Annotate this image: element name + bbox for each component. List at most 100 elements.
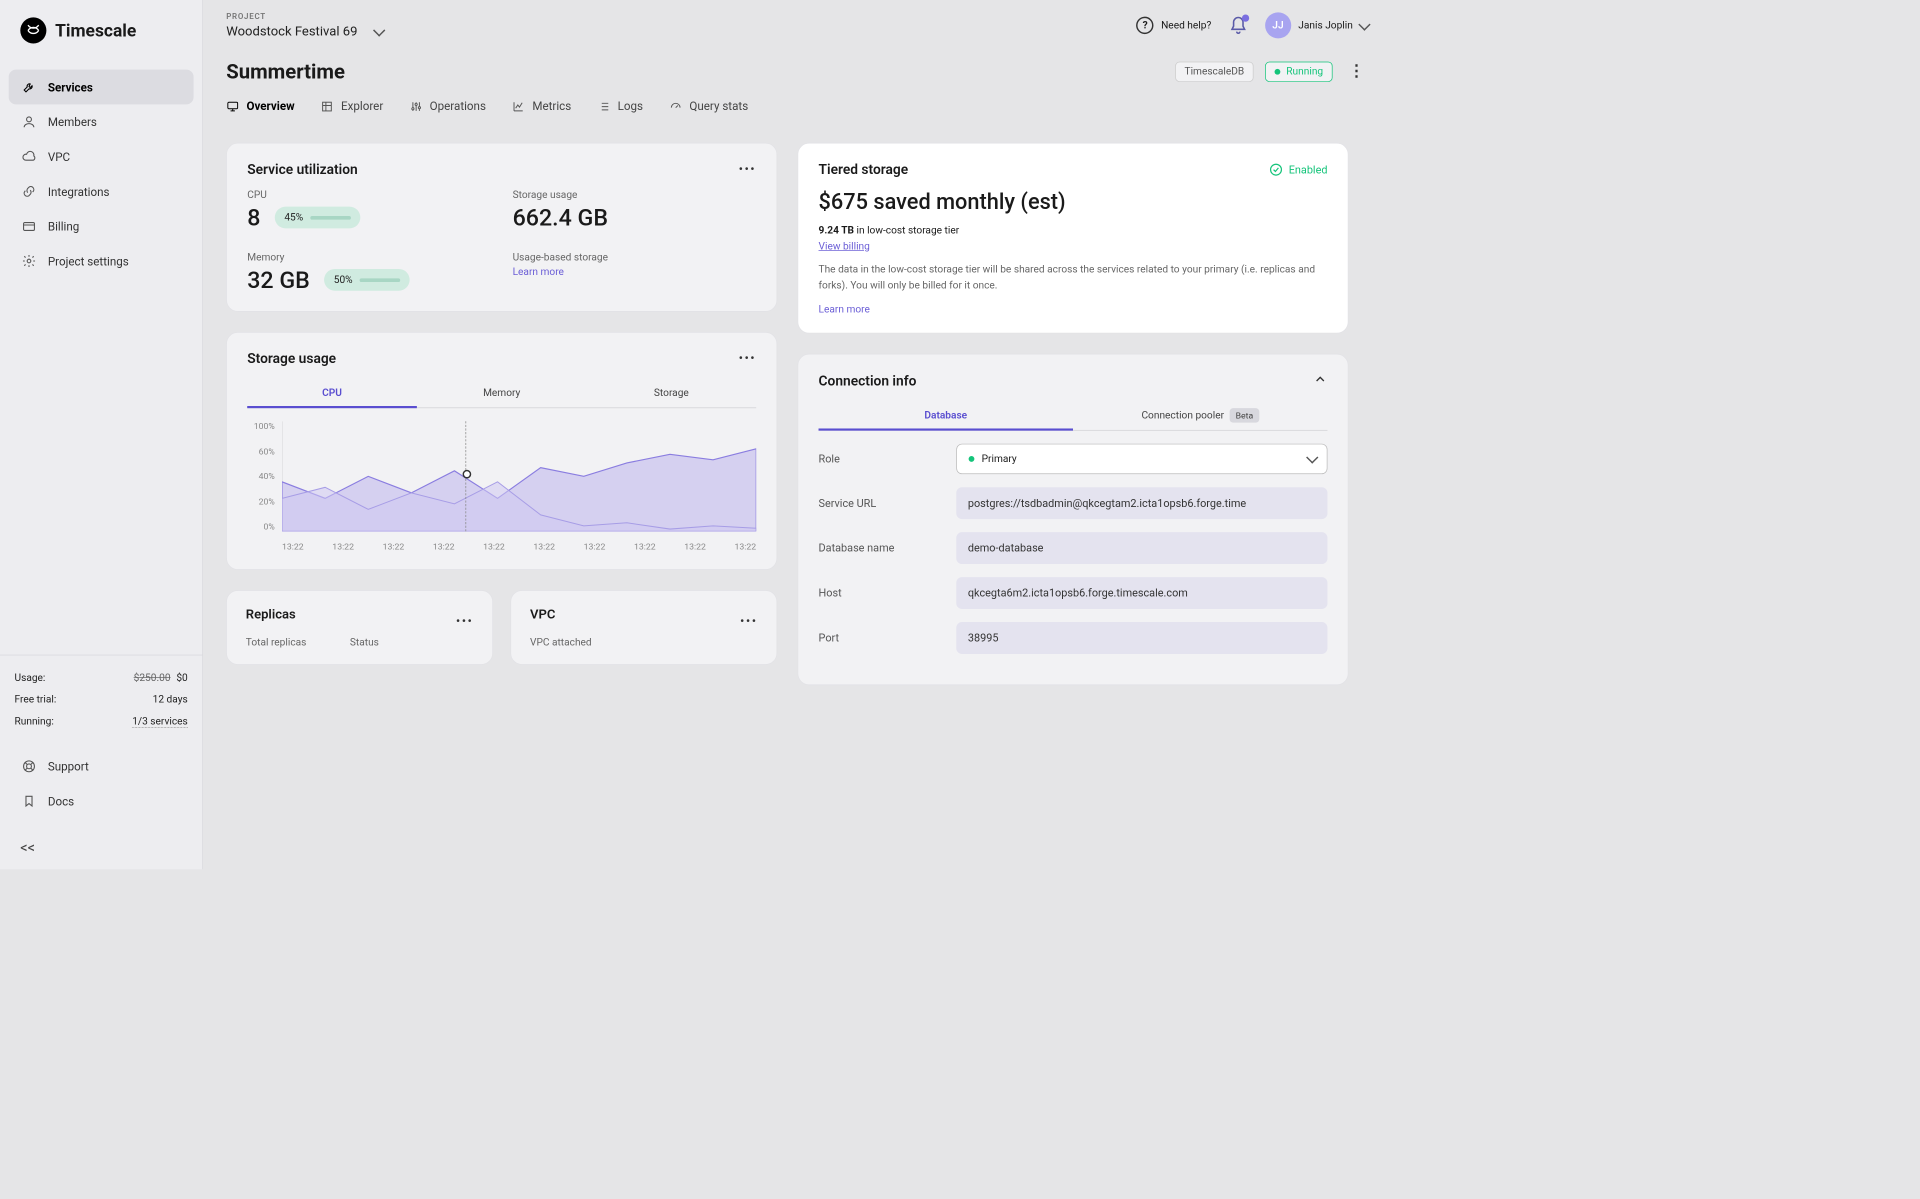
primary-nav: Services Members VPC Integrations Billin… [0,64,202,655]
x-tick: 13:22 [383,542,405,552]
tier-size-line: 9.24 TB in low-cost storage tier [819,225,1328,237]
chart-tabs: CPU Memory Storage [247,378,756,408]
ubs-learn-more-link[interactable]: Learn more [513,266,757,278]
memory-label: Memory [247,252,491,264]
trial-value: 12 days [153,694,188,706]
x-tick: 13:22 [332,542,354,552]
card-menu[interactable]: ••• [739,162,757,177]
notifications-button[interactable] [1229,16,1248,35]
help-icon: ? [1136,17,1153,34]
project-selector[interactable]: PROJECT Woodstock Festival 69 [226,12,1119,40]
replicas-card: Replicas ••• Total replicas Status [226,590,493,665]
tab-logs[interactable]: Logs [597,94,643,125]
chart-marker [465,421,466,531]
collapse-card-button[interactable] [1313,372,1328,389]
sidebar-item-members[interactable]: Members [9,104,194,139]
tab-operations[interactable]: Operations [409,94,486,125]
wrench-icon [22,80,37,95]
sidebar-item-support[interactable]: Support [9,749,194,784]
role-label: Role [819,453,942,466]
tier-size-suffix: in low-cost storage tier [854,225,959,237]
table-icon [321,100,334,113]
x-tick: 13:22 [483,542,505,552]
storage-value: 662.4 GB [513,204,757,232]
chart-tab-storage[interactable]: Storage [587,378,757,407]
storage-usage-card: Storage usage ••• CPU Memory Storage 100… [226,332,777,570]
sidebar-item-integrations[interactable]: Integrations [9,174,194,209]
list-icon [597,100,610,113]
tab-label: Explorer [341,99,383,113]
y-tick: 60% [247,446,275,456]
card-icon [22,219,37,234]
tab-explorer[interactable]: Explorer [321,94,384,125]
tab-query-stats[interactable]: Query stats [669,94,748,125]
trial-label: Free trial: [15,694,57,706]
x-tick: 13:22 [282,542,304,552]
view-billing-link[interactable]: View billing [819,241,1328,253]
x-tick: 13:22 [684,542,706,552]
service-url-value[interactable]: postgres://tsdbadmin@qkcegtam2.icta1opsb… [956,487,1327,519]
host-value[interactable]: qkcegta6m2.icta1opsb6.forge.timescale.co… [956,577,1327,609]
y-tick: 20% [247,496,275,506]
sidebar-item-billing[interactable]: Billing [9,209,194,244]
host-label: Host [819,587,942,600]
brand-name: Timescale [55,20,136,40]
page-actions-menu[interactable]: ⋮ [1344,62,1369,80]
port-value[interactable]: 38995 [956,622,1327,654]
content: Summertime TimescaleDB Running ⋮ Overvie… [203,51,1392,870]
sidebar: Timescale Services Members VPC Integrati… [0,0,203,869]
role-select[interactable]: Primary [956,444,1327,474]
vpc-col-attached: VPC attached [530,637,592,649]
page-tabs: Overview Explorer Operations Metrics Log… [226,94,1369,126]
x-tick: 13:22 [533,542,555,552]
tab-label: Connection pooler [1141,410,1224,422]
running-value[interactable]: 1/3 services [132,716,188,728]
savings-text: $675 saved monthly (est) [819,189,1328,214]
card-title: Service utilization [247,161,738,178]
user-menu[interactable]: JJ Janis Joplin [1265,12,1369,38]
page-title: Summertime [226,59,1163,83]
collapse-sidebar-button[interactable]: << [0,826,202,870]
card-title: Tiered storage [819,161,1269,178]
status-badge: Running [1265,61,1332,81]
sidebar-item-label: Project settings [48,254,129,268]
sidebar-item-docs[interactable]: Docs [9,784,194,819]
conn-tab-pooler[interactable]: Connection poolerBeta [1073,401,1327,430]
link-icon [22,184,37,199]
replicas-col-total: Total replicas [246,637,307,649]
enabled-badge: Enabled [1268,162,1327,177]
x-tick: 13:22 [584,542,606,552]
cloud-icon [22,149,37,164]
database-name-value[interactable]: demo-database [956,532,1327,564]
chart-tab-cpu[interactable]: CPU [247,378,417,407]
usage-summary: Usage: $250.00 $0 Free trial: 12 days Ru… [0,655,202,745]
tier-learn-more-link[interactable]: Learn more [819,304,1328,316]
notification-badge [1242,15,1249,22]
replicas-col-status: Status [350,637,379,649]
brand-logomark [20,17,46,43]
card-menu[interactable]: ••• [740,614,758,629]
status-dot [969,456,975,462]
project-label: PROJECT [226,12,1119,21]
sidebar-item-project-settings[interactable]: Project settings [9,244,194,279]
sidebar-item-vpc[interactable]: VPC [9,139,194,174]
y-tick: 100% [247,421,275,431]
memory-pct-pill: 50% [324,269,410,291]
tab-overview[interactable]: Overview [226,94,294,125]
conn-tab-database[interactable]: Database [819,401,1073,430]
sliders-icon [409,100,422,113]
need-help-button[interactable]: ? Need help? [1136,17,1211,34]
port-label: Port [819,632,942,645]
main: PROJECT Woodstock Festival 69 ? Need hel… [203,0,1392,869]
sidebar-item-services[interactable]: Services [9,70,194,105]
card-menu[interactable]: ••• [739,351,757,366]
tab-metrics[interactable]: Metrics [512,94,571,125]
card-menu[interactable]: ••• [456,614,474,629]
storage-label: Storage usage [513,189,757,201]
chart-tab-memory[interactable]: Memory [417,378,587,407]
brand-logo[interactable]: Timescale [0,0,202,64]
sidebar-item-label: Integrations [48,185,110,199]
avatar: JJ [1265,12,1291,38]
tier-size: 9.24 TB [819,225,854,237]
memory-pct: 50% [334,274,353,286]
